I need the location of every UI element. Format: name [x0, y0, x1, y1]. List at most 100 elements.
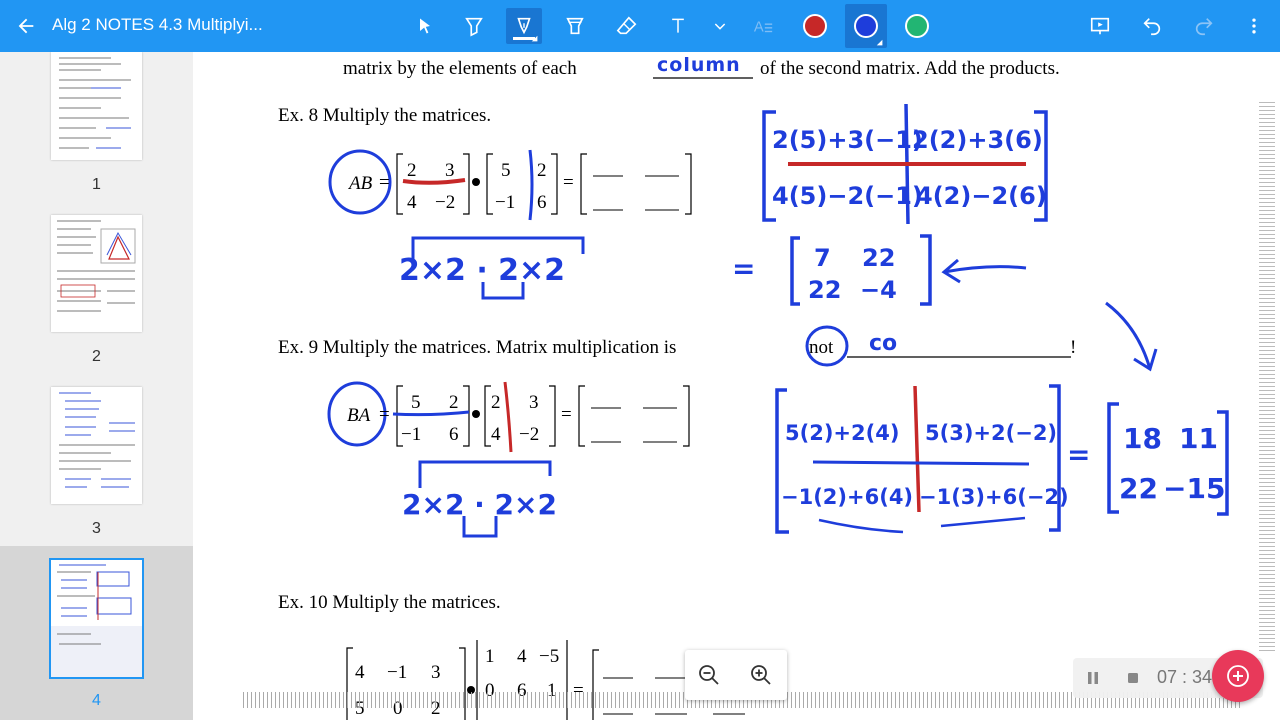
page-number-4: 4	[92, 692, 101, 709]
intro-line-end: of the second matrix. Add the products.	[760, 58, 1060, 79]
ex9-a22: 6	[449, 424, 459, 445]
example-8-dimensions: 2×2 · 2×2	[399, 236, 585, 300]
document-page[interactable]: matrix by the elements of each column of…	[193, 52, 1280, 720]
text-style-icon: A	[745, 8, 781, 44]
example-8-matrices: AB = 2 3 4 −2 5 2 −1 6 =	[328, 149, 692, 221]
more-vert-icon[interactable]	[1236, 8, 1272, 44]
pen-icon[interactable]	[506, 8, 542, 45]
ex9-a12: 2	[449, 392, 459, 413]
ex8-a12: 3	[445, 160, 455, 181]
chevron-down-icon[interactable]	[702, 8, 738, 44]
ex8-b21: −1	[495, 192, 515, 213]
color-green-button[interactable]	[899, 8, 935, 44]
presentation-icon[interactable]	[1082, 8, 1118, 44]
recording-timer: 07 : 34	[1157, 667, 1213, 687]
page-thumbnail-4[interactable]	[49, 558, 144, 679]
ex10-a11: 4	[355, 662, 365, 683]
page-thumbnail-1[interactable]	[51, 52, 142, 160]
svg-text:A: A	[754, 20, 764, 36]
color-red-button[interactable]	[797, 8, 833, 44]
down-arrow-annotation	[1105, 301, 1158, 372]
plus-icon	[1227, 665, 1249, 687]
example-9-work: 5(2)+2(4) 5(3)+2(−2) −1(2)+6(4) −1(3)+6(…	[775, 384, 1069, 534]
color-options-icon	[876, 39, 886, 49]
ex8-dims-text: 2×2 · 2×2	[399, 253, 565, 288]
zoom-in-icon[interactable]	[749, 663, 773, 687]
pause-icon[interactable]	[1085, 670, 1101, 686]
text-icon[interactable]	[660, 8, 696, 44]
ex8-work-11: 2(5)+3(−1)	[772, 126, 923, 154]
ex9-result-12: 11	[1179, 422, 1218, 455]
ex9-a11: 5	[411, 392, 421, 413]
svg-text:=: =	[379, 172, 390, 193]
eraser-icon[interactable]	[609, 8, 645, 44]
example-8-result: = 7 22 22 −4	[732, 234, 1027, 306]
ex9-b22: −2	[519, 424, 539, 445]
document-title: Alg 2 NOTES 4.3 Multiplyi...	[52, 15, 263, 34]
ex8-work-12: 2(2)+3(6)	[912, 126, 1043, 154]
ex9-work-21: −1(2)+6(4)	[781, 485, 913, 509]
ex9-result-22: −15	[1163, 472, 1225, 505]
word-not: not	[809, 337, 834, 358]
ex8-b12: 2	[537, 160, 547, 181]
exclamation-mark: !	[1070, 337, 1077, 358]
ex8-a22: −2	[435, 192, 455, 213]
ex8-b22: 6	[537, 192, 547, 213]
ex8-work-21: 4(5)−2(−1)	[772, 182, 923, 210]
svg-text:=: =	[379, 404, 390, 425]
ex10-a12: −1	[387, 662, 407, 683]
pointer-icon[interactable]	[407, 8, 443, 44]
ex9-b12: 3	[529, 392, 539, 413]
ex9-result-21: 22	[1119, 472, 1158, 505]
svg-text:=: =	[563, 172, 574, 193]
page-number-1: 1	[92, 176, 101, 193]
ex9-dims-text: 2×2 · 2×2	[402, 488, 557, 521]
ex8-result-11: 7	[814, 244, 831, 272]
page-thumbnail-2[interactable]	[51, 215, 142, 332]
stop-icon[interactable]	[1125, 670, 1141, 686]
ex8-result-21: 22	[808, 276, 841, 304]
ex8-a11: 2	[407, 160, 417, 181]
zoom-out-icon[interactable]	[697, 663, 721, 687]
example-9-dimensions: 2×2 · 2×2	[402, 460, 557, 538]
ex9-work-22: −1(3)+6(−2)	[919, 485, 1069, 509]
ex9-work-11: 5(2)+2(4)	[785, 421, 899, 445]
ex9-a21: −1	[401, 424, 421, 445]
back-arrow-icon[interactable]	[10, 10, 42, 42]
example-8-work: 2(5)+3(−1) 2(2)+3(6) 4(5)−2(−1) 4(2)−2(6…	[762, 103, 1048, 225]
ex9-work-12: 5(3)+2(−2)	[925, 421, 1057, 445]
page-number-2: 2	[92, 348, 101, 365]
vertical-scroll-indicator[interactable]	[1259, 102, 1275, 652]
ex9-b11: 2	[491, 392, 501, 413]
example-9-heading: Ex. 9 Multiply the matrices. Matrix mult…	[278, 337, 677, 358]
top-toolbar: Alg 2 NOTES 4.3 Multiplyi... A	[0, 0, 1280, 52]
page-thumbnail-3[interactable]	[51, 387, 142, 504]
handwritten-column: column	[657, 54, 741, 76]
ex8-result-12: 22	[862, 244, 895, 272]
ex8-result-22: −4	[860, 276, 897, 304]
ex10-a13: 3	[431, 662, 441, 683]
label-AB: AB	[347, 173, 373, 194]
undo-icon[interactable]	[1134, 8, 1170, 44]
handwritten-co: co	[869, 331, 898, 356]
highlighter-icon[interactable]	[456, 8, 492, 44]
page-number-3: 3	[92, 520, 101, 537]
svg-text:=: =	[732, 252, 755, 285]
marker-icon[interactable]	[557, 8, 593, 44]
svg-text:=: =	[1067, 438, 1090, 471]
ex9-result-11: 18	[1123, 422, 1162, 455]
zoom-controls	[685, 650, 787, 700]
ex8-a21: 4	[407, 192, 417, 213]
ex8-b11: 5	[501, 160, 511, 181]
redo-icon	[1186, 8, 1222, 44]
example-9-result: = 18 11 22 −15	[1067, 402, 1229, 516]
ex9-b21: 4	[491, 424, 501, 445]
example-10-heading: Ex. 10 Multiply the matrices.	[278, 592, 501, 613]
page-thumbnail-sidebar: 1 2 3 4	[0, 52, 193, 720]
ex10-b11: 1	[485, 646, 495, 667]
ex10-b12: 4	[517, 646, 527, 667]
add-recording-button[interactable]	[1212, 650, 1264, 702]
color-blue-button[interactable]	[845, 4, 887, 49]
example-9-matrices: BA = 5 2 −1 6 2 3 4 −2 =	[327, 381, 690, 453]
svg-text:=: =	[561, 404, 572, 425]
